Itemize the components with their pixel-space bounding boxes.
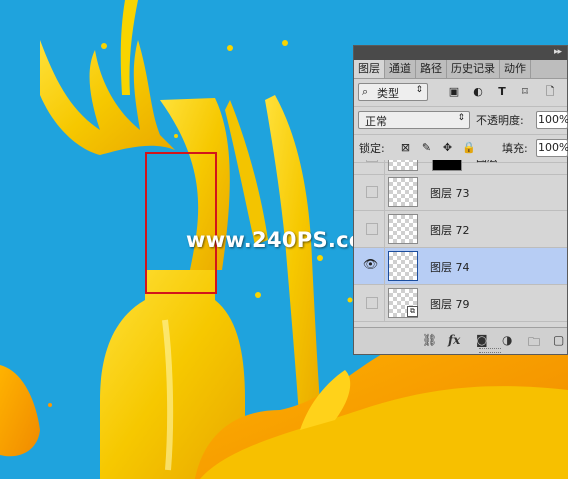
filter-kind-select[interactable]: ⌕ 类型 ⇕ — [358, 83, 428, 101]
divider — [384, 211, 385, 247]
tab-history[interactable]: 历史记录 — [447, 60, 500, 78]
visibility-toggle[interactable] — [366, 186, 378, 198]
adjustment-filter-icon[interactable]: ◐ — [471, 85, 485, 99]
layer-thumbnail — [388, 160, 418, 171]
layer-mask-thumbnail — [432, 160, 462, 171]
smart-object-filter-icon[interactable]: 🗋 — [543, 85, 557, 99]
lock-row: 锁定: ⊠ ✎ ✥ 🔒 填充: 100% — [354, 135, 568, 163]
fill-field[interactable]: 100% — [536, 139, 568, 157]
blend-mode-value: 正常 — [365, 115, 387, 128]
layers-panel: ▸▸ 图层 通道 路径 历史记录 动作 ⌕ 类型 ⇕ ▣ ◐ T ⌑ 🗋 正常 … — [353, 45, 568, 355]
shape-filter-icon[interactable]: ⌑ — [518, 85, 532, 99]
select-arrows-icon: ⇕ — [415, 85, 423, 95]
opacity-field[interactable]: 100% — [536, 111, 568, 129]
divider — [384, 248, 385, 284]
divider — [384, 174, 385, 210]
panel-tabs: 图层 通道 路径 历史记录 动作 — [354, 60, 567, 79]
lock-transparent-pixels-icon[interactable]: ⊠ — [399, 141, 412, 154]
filter-row: ⌕ 类型 ⇕ ▣ ◐ T ⌑ 🗋 — [354, 79, 567, 107]
tab-channels[interactable]: 通道 — [385, 60, 416, 78]
divider — [384, 285, 385, 321]
link-icon[interactable]: ⛓ — [422, 333, 437, 347]
panel-bottom-bar: ⛓ fx ◙ ◑ 🗀 ▢ — [354, 327, 567, 354]
visibility-toggle[interactable] — [366, 160, 378, 162]
opacity-value: 100% — [538, 113, 568, 126]
tab-paths[interactable]: 路径 — [416, 60, 447, 78]
layer-name: 图层 — [476, 160, 498, 165]
tab-actions[interactable]: 动作 — [500, 60, 531, 78]
panel-title-bar[interactable]: ▸▸ — [354, 46, 567, 60]
layer-thumbnail — [388, 177, 418, 207]
lock-image-pixels-icon[interactable]: ✎ — [420, 141, 433, 154]
image-filter-icon[interactable]: ▣ — [447, 85, 461, 99]
divider — [384, 160, 385, 174]
lock-all-icon[interactable]: 🔒 — [462, 141, 476, 154]
new-layer-icon[interactable]: ▢ — [553, 333, 564, 347]
fx-icon[interactable]: fx — [448, 333, 460, 347]
lock-label: 锁定: — [359, 142, 385, 155]
marquee-selection-rectangle — [145, 152, 217, 294]
select-arrows-icon: ⇕ — [457, 113, 465, 123]
layer-row-partial[interactable]: 图层 — [354, 160, 567, 175]
resize-grip[interactable] — [479, 348, 501, 353]
layer-name: 图层 73 — [430, 187, 470, 200]
layer-name: 图层 72 — [430, 224, 470, 237]
mask-icon[interactable]: ◙ — [476, 333, 488, 347]
opacity-label: 不透明度: — [476, 114, 524, 127]
smart-object-badge-icon: ⧉ — [407, 306, 418, 317]
blend-mode-select[interactable]: 正常 ⇕ — [358, 111, 470, 129]
folder-icon[interactable]: 🗀 — [528, 333, 540, 354]
layer-row[interactable]: 图层 73 — [354, 174, 567, 211]
layer-row[interactable]: 图层 72 — [354, 211, 567, 248]
fill-label: 填充: — [502, 142, 528, 155]
layer-row-selected[interactable]: 👁 图层 74 — [354, 248, 567, 285]
collapse-icon[interactable]: ▸▸ — [554, 47, 562, 57]
layer-thumbnail — [388, 214, 418, 244]
layer-row[interactable]: ⧉ 图层 79 — [354, 285, 567, 322]
layer-thumbnail — [388, 251, 418, 281]
blend-row: 正常 ⇕ 不透明度: 100% — [354, 107, 568, 135]
lock-position-icon[interactable]: ✥ — [441, 141, 454, 154]
eye-icon: 👁 — [363, 257, 379, 271]
tab-layers[interactable]: 图层 — [354, 60, 385, 78]
adjustment-icon[interactable]: ◑ — [502, 333, 512, 347]
filter-kind-label: 类型 — [377, 87, 399, 100]
visibility-toggle[interactable] — [366, 297, 378, 309]
visibility-toggle[interactable] — [366, 223, 378, 235]
visibility-toggle[interactable]: 👁 — [363, 257, 379, 272]
layer-name: 图层 79 — [430, 298, 470, 311]
search-icon: ⌕ — [362, 85, 369, 98]
layers-list[interactable]: 图层 图层 73 图层 72 👁 图层 74 ⧉ 图层 79 — [354, 160, 567, 328]
layer-name: 图层 74 — [430, 261, 470, 274]
fill-value: 100% — [538, 141, 568, 154]
type-filter-icon[interactable]: T — [495, 85, 509, 99]
